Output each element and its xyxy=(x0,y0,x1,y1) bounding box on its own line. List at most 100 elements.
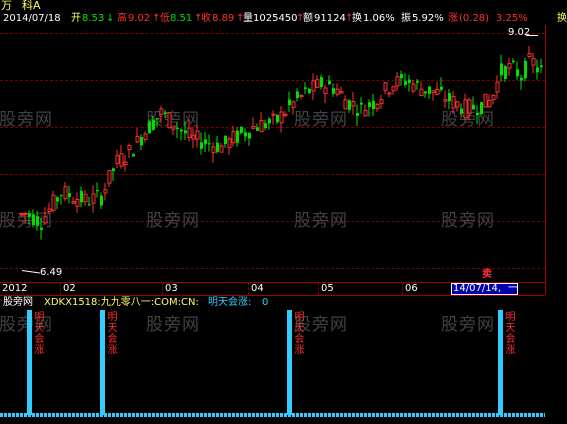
candle-body xyxy=(411,83,416,92)
candle-body xyxy=(107,170,112,184)
candle-body xyxy=(540,65,543,68)
time-label: 02 xyxy=(63,283,76,294)
candle-body xyxy=(291,101,296,108)
candle-body xyxy=(231,131,236,144)
candle-body xyxy=(152,119,155,130)
candle-body xyxy=(123,161,128,166)
candle-body xyxy=(135,135,140,143)
candle-body xyxy=(368,102,371,108)
indicator-signal-value: 0 xyxy=(262,297,269,308)
candle-body xyxy=(363,109,368,117)
candle-body xyxy=(323,87,328,95)
time-tick xyxy=(402,283,403,295)
candle-body xyxy=(236,130,239,143)
time-label: 2012 xyxy=(2,283,28,294)
candle-body xyxy=(28,213,31,217)
signal-bar xyxy=(498,310,503,415)
candle-body xyxy=(451,96,456,109)
candle-body xyxy=(195,130,200,140)
candle-body xyxy=(80,190,83,203)
candle-body xyxy=(335,88,340,95)
candle-body xyxy=(476,112,479,116)
candle-body xyxy=(47,208,52,212)
candle-body xyxy=(184,130,187,134)
candle-body xyxy=(240,126,243,133)
indicator-name: 股旁网 xyxy=(3,297,33,308)
candle-body xyxy=(60,195,63,197)
candle-body xyxy=(191,134,196,140)
low-price-label: 6.49 xyxy=(40,267,63,278)
candle-body xyxy=(472,104,475,110)
candle-body xyxy=(43,216,48,224)
indicator-baseline xyxy=(0,413,545,417)
candle-body xyxy=(127,145,132,151)
candle-body xyxy=(448,92,451,102)
time-label: 06 xyxy=(405,283,418,294)
indicator-signal-label: 明天会涨: xyxy=(208,297,252,308)
candlestick-chart xyxy=(19,46,543,240)
time-tick xyxy=(162,283,163,295)
candle-body xyxy=(227,138,232,148)
time-tick xyxy=(60,283,61,295)
candle-body xyxy=(159,108,164,115)
candle-body xyxy=(83,193,88,203)
candle-body xyxy=(279,111,284,124)
high-marker-line xyxy=(526,35,538,36)
candle-body xyxy=(536,67,539,73)
signal-bar xyxy=(100,310,105,415)
high-price-label: 9.02 xyxy=(508,27,531,38)
candle-body xyxy=(467,99,472,114)
candle-body xyxy=(251,126,256,129)
time-tick xyxy=(318,283,319,295)
candle-body xyxy=(103,189,108,194)
candle-body xyxy=(356,113,359,117)
candle-body xyxy=(23,212,28,216)
candle-body xyxy=(276,115,279,123)
candle-body xyxy=(507,63,512,69)
candle-body xyxy=(524,60,527,79)
candle-body xyxy=(187,127,192,138)
candle-body xyxy=(268,118,271,124)
time-label: 04 xyxy=(251,283,264,294)
candle-body xyxy=(431,90,436,94)
candle-body xyxy=(100,195,103,206)
candle-body xyxy=(51,194,56,211)
time-tick xyxy=(248,283,249,295)
candle-body xyxy=(527,53,532,57)
candle-body xyxy=(435,88,440,95)
candle-body xyxy=(460,108,463,114)
candle-body xyxy=(404,80,407,85)
candle-body xyxy=(71,201,76,204)
candle-body xyxy=(288,99,291,106)
candle-body xyxy=(480,102,483,115)
candle-body xyxy=(132,154,135,157)
candle-body xyxy=(208,143,211,145)
time-label: 03 xyxy=(165,283,178,294)
candle-body xyxy=(455,101,460,108)
candle-body xyxy=(200,142,203,149)
candle-body xyxy=(500,63,503,76)
candle-body xyxy=(308,88,311,93)
candle-body xyxy=(88,204,91,206)
signal-text: 明天会涨 xyxy=(505,312,516,356)
cursor-date: 14/07/14, xyxy=(453,283,502,294)
candle-body xyxy=(75,198,80,207)
candle-body xyxy=(164,112,167,115)
candle-body xyxy=(211,146,216,154)
candle-body xyxy=(311,80,316,92)
candle-body xyxy=(219,145,224,153)
candle-body xyxy=(531,58,536,66)
candle-body xyxy=(68,193,71,197)
candle-body xyxy=(32,214,35,225)
signal-text: 明天会涨 xyxy=(107,312,118,356)
candle-body xyxy=(391,86,396,92)
candle-body xyxy=(176,127,179,129)
signal-text: 明天会涨 xyxy=(294,312,305,356)
candle-body xyxy=(156,118,159,120)
indicator-formula: XDKX1518:九九零八一:COM:CN: xyxy=(44,297,199,308)
candle-body xyxy=(299,94,304,97)
cursor-date-tail: 一 xyxy=(508,283,518,294)
candle-body xyxy=(343,99,348,110)
candle-body xyxy=(383,82,388,91)
candle-body xyxy=(424,91,427,94)
